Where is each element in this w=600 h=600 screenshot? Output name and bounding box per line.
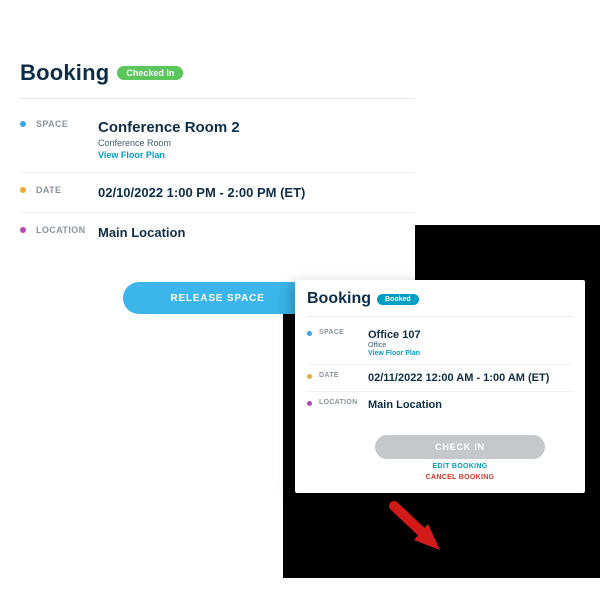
dot-icon — [20, 187, 26, 193]
dot-icon — [20, 227, 26, 233]
panel-header: Booking Booked — [295, 280, 585, 314]
field-label-date: DATE — [36, 185, 88, 195]
status-badge-checked-in: Checked In — [117, 66, 183, 80]
booking-panel-booked: Booking Booked SPACE Office 107 Office V… — [295, 280, 585, 493]
dot-icon — [20, 121, 26, 127]
space-value-block: Office 107 Office View Floor Plan — [368, 329, 421, 357]
divider — [307, 316, 573, 317]
edit-booking-link[interactable]: EDIT BOOKING — [433, 463, 488, 470]
space-value-block: Conference Room 2 Conference Room View F… — [98, 119, 240, 160]
date-value: 02/11/2022 12:00 AM - 1:00 AM (ET) — [368, 372, 549, 384]
field-label-date: DATE — [319, 372, 361, 379]
field-label-space: SPACE — [319, 329, 361, 336]
divider — [20, 212, 415, 213]
panel-header: Booking Checked In — [20, 60, 415, 94]
divider — [20, 172, 415, 173]
divider — [307, 364, 573, 365]
booking-panel-checked-in: Booking Checked In SPACE Conference Room… — [20, 60, 415, 314]
row-date: DATE 02/10/2022 1:00 PM - 2:00 PM (ET) — [20, 179, 415, 206]
dot-icon — [307, 374, 312, 379]
space-type: Conference Room — [98, 138, 240, 148]
page-title: Booking — [20, 60, 109, 86]
row-location: LOCATION Main Location — [20, 219, 415, 246]
space-type: Office — [368, 342, 421, 349]
field-label-location: LOCATION — [319, 399, 361, 406]
field-label-location: LOCATION — [36, 225, 88, 235]
cancel-booking-link[interactable]: CANCEL BOOKING — [426, 474, 495, 481]
dot-icon — [307, 401, 312, 406]
location-value: Main Location — [368, 399, 442, 411]
row-space: SPACE Conference Room 2 Conference Room … — [20, 113, 415, 166]
view-floor-plan-link[interactable]: View Floor Plan — [368, 350, 421, 357]
space-name: Office 107 — [368, 329, 421, 341]
check-in-button[interactable]: CHECK IN — [375, 435, 545, 459]
actions: CHECK IN EDIT BOOKING CANCEL BOOKING — [335, 415, 585, 485]
divider — [20, 98, 415, 99]
dot-icon — [307, 331, 312, 336]
date-value: 02/10/2022 1:00 PM - 2:00 PM (ET) — [98, 185, 305, 200]
page-title: Booking — [307, 290, 371, 308]
row-date: DATE 02/11/2022 12:00 AM - 1:00 AM (ET) — [295, 368, 585, 388]
field-label-space: SPACE — [36, 119, 88, 129]
location-value: Main Location — [98, 225, 185, 240]
row-location: LOCATION Main Location — [295, 395, 585, 415]
status-badge-booked: Booked — [377, 294, 419, 305]
space-name: Conference Room 2 — [98, 119, 240, 136]
divider — [307, 391, 573, 392]
release-space-button[interactable]: RELEASE SPACE — [123, 282, 313, 314]
row-space: SPACE Office 107 Office View Floor Plan — [295, 325, 585, 361]
screenshot-stage: Booking Checked In SPACE Conference Room… — [0, 0, 600, 600]
view-floor-plan-link[interactable]: View Floor Plan — [98, 150, 240, 160]
